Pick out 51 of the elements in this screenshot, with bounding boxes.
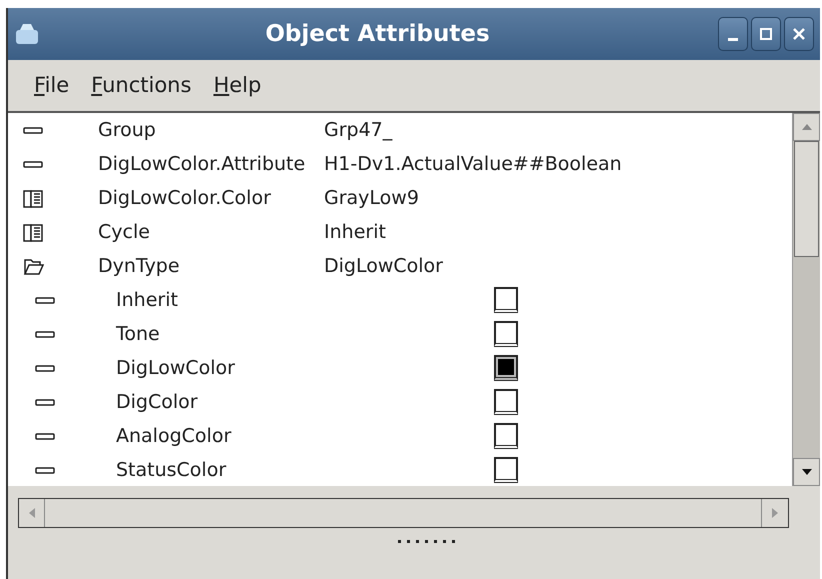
field-icon	[34, 398, 56, 406]
attribute-name[interactable]: Tone	[116, 320, 494, 348]
field-icon	[22, 126, 44, 134]
attribute-value: H1-Dv1.ActualValue##Boolean	[324, 152, 622, 177]
maximize-button[interactable]	[751, 17, 781, 51]
app-icon	[14, 22, 40, 46]
field-icon	[34, 466, 56, 474]
attribute-name[interactable]: AnalogColor	[116, 422, 494, 450]
menu-item[interactable]: File	[34, 70, 70, 102]
checkbox[interactable]	[494, 457, 518, 483]
up-arrow-icon	[800, 123, 812, 131]
attribute-name[interactable]: DigColor	[116, 388, 494, 416]
vertical-scrollbar[interactable]	[792, 113, 820, 486]
maximize-icon	[759, 27, 773, 41]
field-icon	[34, 296, 56, 304]
attribute-name[interactable]: Group	[98, 116, 324, 144]
attribute-name[interactable]: Inherit	[116, 286, 494, 314]
resize-grip-icon[interactable]	[398, 539, 458, 546]
attribute-name[interactable]: DigLowColor.Color	[98, 184, 324, 212]
attribute-value: Inherit	[324, 220, 386, 245]
checkbox[interactable]	[494, 287, 518, 313]
checkbox[interactable]	[494, 321, 518, 347]
window-title: Object Attributes	[264, 20, 491, 49]
field-icon	[34, 432, 56, 440]
close-button[interactable]	[784, 17, 814, 51]
left-arrow-icon	[28, 507, 36, 519]
field-icon	[34, 364, 56, 372]
checkbox[interactable]	[494, 389, 518, 415]
menu-item[interactable]: Functions	[91, 70, 192, 102]
field-icon	[34, 330, 56, 338]
scroll-thumb[interactable]	[794, 141, 819, 257]
attribute-value: GrayLow9	[324, 186, 419, 211]
checkbox[interactable]	[494, 423, 518, 449]
right-arrow-icon	[771, 507, 779, 519]
menu-item[interactable]: Help	[213, 70, 262, 102]
scroll-down-button[interactable]	[793, 458, 820, 486]
attribute-name[interactable]: StatusColor	[116, 456, 494, 484]
attribute-name[interactable]: DigLowColor.Attribute	[98, 150, 324, 178]
attribute-value: DigLowColor	[324, 254, 443, 279]
attribute-name[interactable]: DynType	[98, 252, 324, 280]
minimize-icon	[728, 38, 738, 40]
scroll-left-button[interactable]	[19, 499, 45, 527]
attribute-name[interactable]: Cycle	[98, 218, 324, 246]
field-icon	[22, 160, 44, 168]
checkbox[interactable]	[494, 355, 518, 381]
attribute-value: Grp47_	[324, 118, 392, 143]
attribute-name[interactable]: DigLowColor	[116, 354, 494, 382]
down-arrow-icon	[800, 468, 812, 476]
close-icon	[792, 27, 806, 41]
scroll-up-button[interactable]	[793, 113, 820, 141]
minimize-button[interactable]	[718, 17, 748, 51]
